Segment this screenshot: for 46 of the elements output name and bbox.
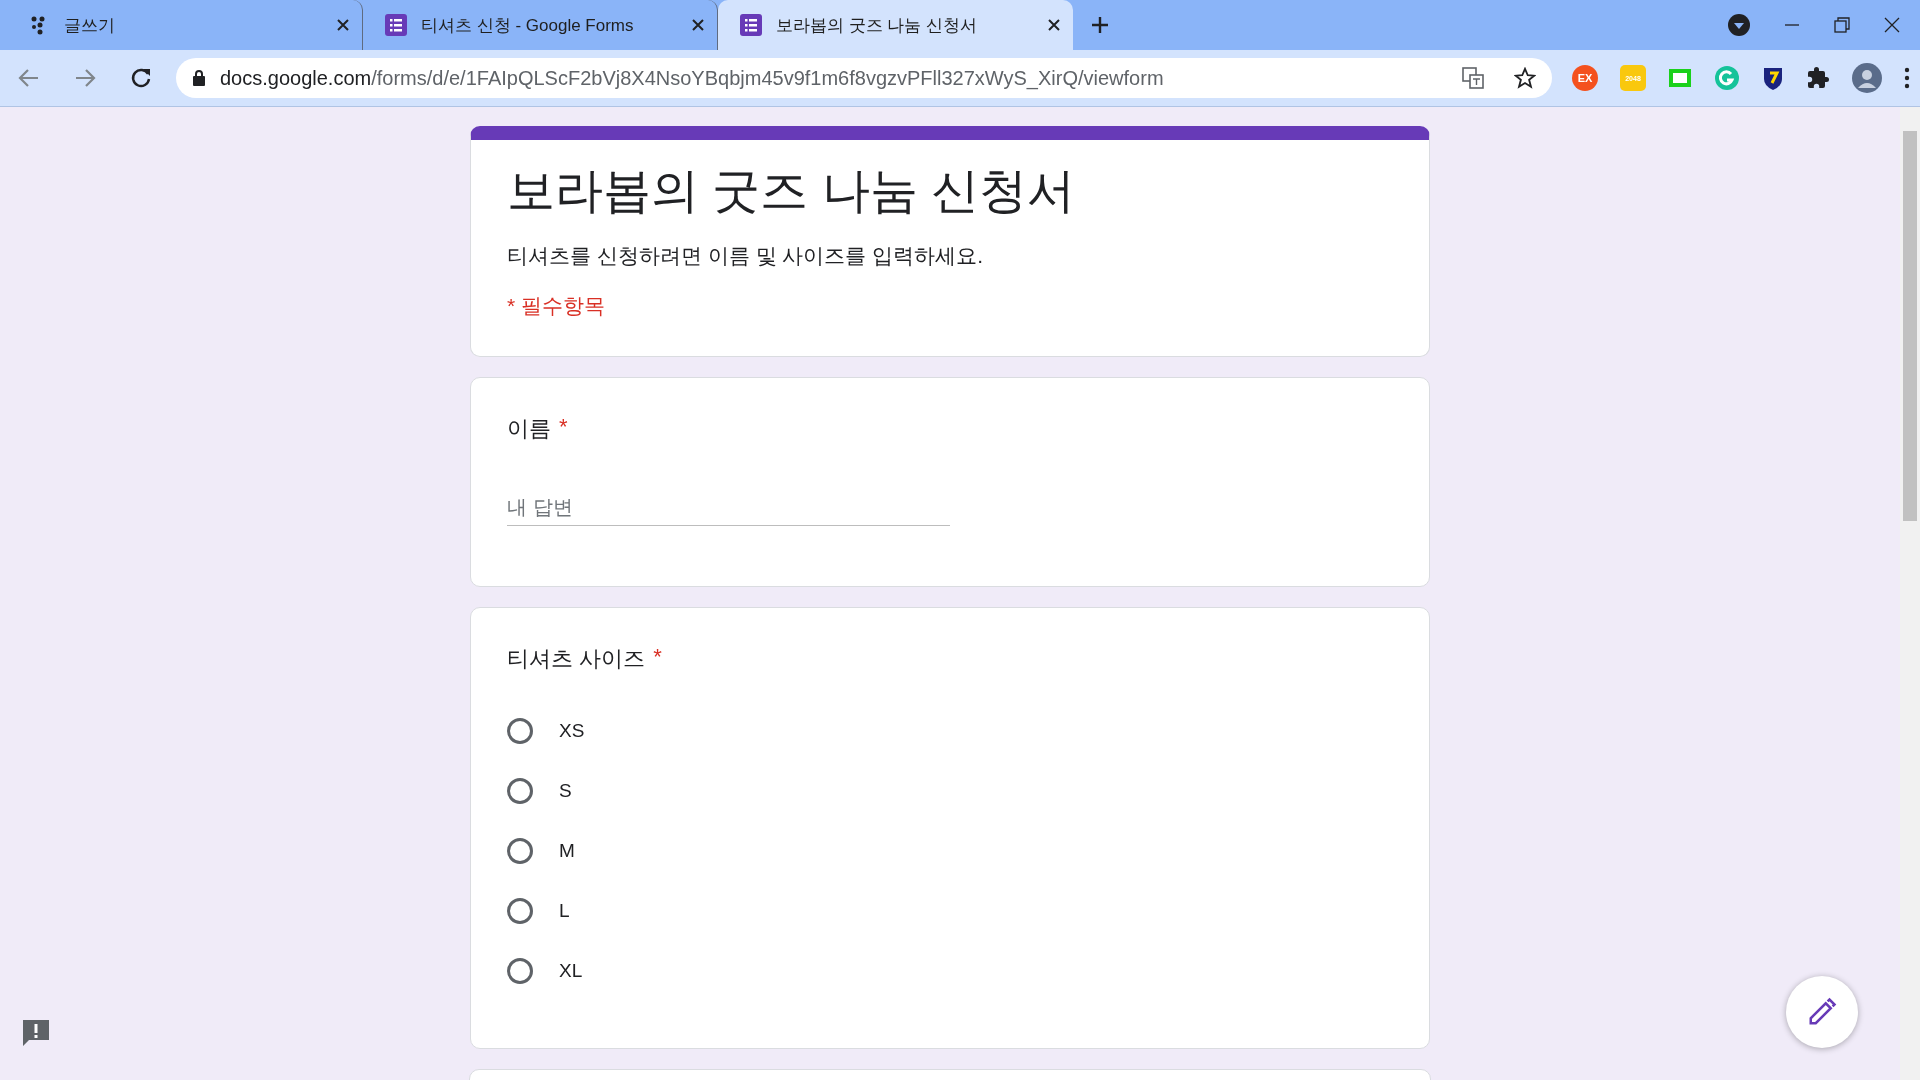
option-label: XL <box>559 960 583 983</box>
forward-arrow-icon[interactable] <box>74 67 96 89</box>
edit-button[interactable] <box>1786 976 1858 1048</box>
radio-button[interactable] <box>507 898 533 925</box>
question-title: 이름 <box>507 415 551 444</box>
tab-title: 글쓰기 <box>64 14 116 37</box>
radio-button[interactable] <box>507 718 533 745</box>
form-icon <box>385 14 407 36</box>
reload-icon[interactable] <box>130 67 152 89</box>
back-arrow-icon[interactable] <box>18 67 40 89</box>
restore-icon[interactable] <box>1834 17 1850 33</box>
radio-button[interactable] <box>507 958 533 985</box>
puzzle-icon[interactable] <box>1806 66 1830 90</box>
close-icon[interactable] <box>691 18 705 32</box>
form-icon <box>740 14 762 36</box>
form-description: 티셔츠를 신청하려면 이름 및 사이즈를 입력하세요. <box>507 243 984 270</box>
close-icon[interactable] <box>336 18 350 32</box>
required-asterisk: * <box>559 414 568 442</box>
tab-title: 티셔츠 신청 - Google Forms <box>421 14 635 37</box>
scrollbar[interactable] <box>1900 107 1920 1080</box>
question-title: 티셔츠 사이즈 <box>507 645 646 674</box>
required-note: * 필수항목 <box>507 293 606 320</box>
more-icon[interactable] <box>1904 67 1910 89</box>
option-label: S <box>559 780 572 803</box>
close-icon[interactable] <box>1047 18 1061 32</box>
close-icon[interactable] <box>1884 17 1900 33</box>
required-asterisk: * <box>653 644 662 672</box>
translate-icon[interactable] <box>1462 67 1484 89</box>
plus-icon <box>1091 16 1109 34</box>
url-text: docs.google.com/forms/d/e/1FAIpQLScF2bVj8X4NsoYBqbjm45v9f1m6f8vgzvPFll327xWyS_XirQ/viewform <box>220 66 1165 90</box>
address-bar[interactable]: docs.google.com/forms/d/e/1FAIpQLScF2bVj8X4NsoYBqbjm45v9f1m6f8vgzvPFll327xWyS_XirQ/viewform <box>176 58 1552 98</box>
pencil-icon <box>1807 997 1837 1027</box>
option-label: M <box>559 840 575 863</box>
report-icon <box>20 1017 52 1049</box>
tab-title: 보라봅의 굿즈 나눔 신청서 <box>776 14 979 37</box>
option-label: XS <box>559 720 585 743</box>
form-title: 보라봅의 굿즈 나눔 신청서 <box>507 163 1076 219</box>
browser-tab[interactable]: 보라봅의 굿즈 나눔 신청서 <box>718 0 1073 50</box>
option-label: L <box>559 900 570 923</box>
avatar-icon[interactable] <box>1852 63 1882 93</box>
radio-button[interactable] <box>507 838 533 865</box>
star-icon[interactable] <box>1514 67 1536 89</box>
radio-button[interactable] <box>507 778 533 805</box>
tab-search-icon[interactable] <box>1728 14 1750 36</box>
lock-icon <box>192 69 206 87</box>
shield-icon[interactable] <box>1762 65 1784 91</box>
